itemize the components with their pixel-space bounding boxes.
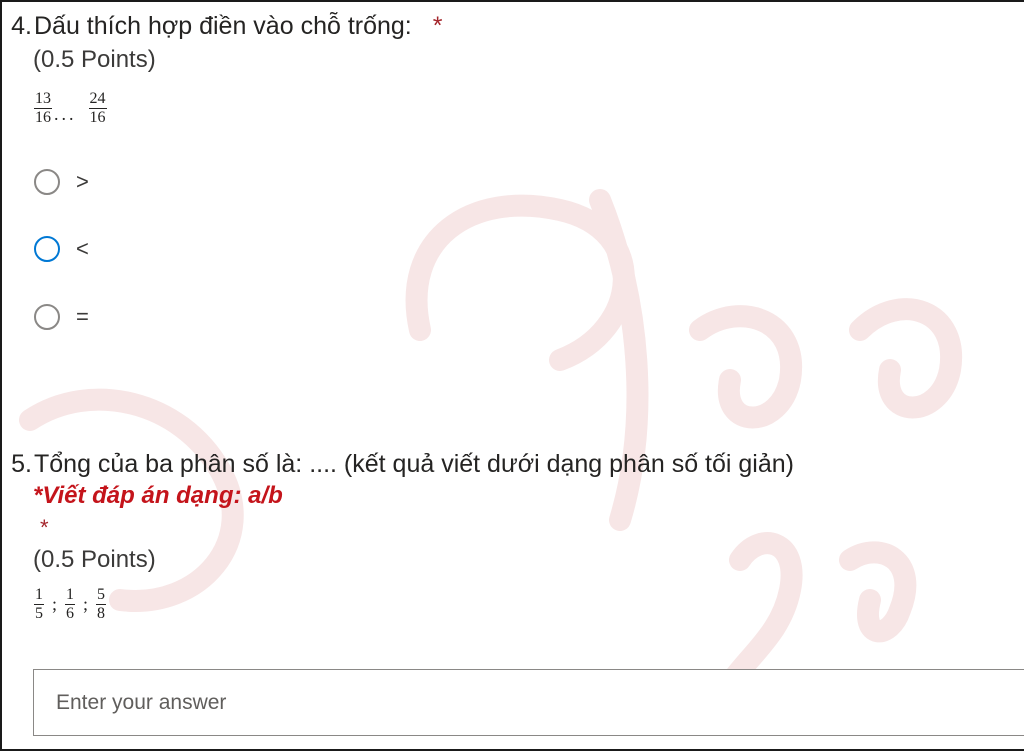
option-label: < <box>76 236 89 261</box>
question-4-title: Dấu thích hợp điền vào chỗ trống: <box>34 12 412 40</box>
required-asterisk: * <box>432 12 443 40</box>
question-4-title-row: 4. Dấu thích hợp điền vào chỗ trống: * <box>0 10 1024 42</box>
question-4-text: Dấu thích hợp điền vào chỗ trống: * <box>34 10 1024 42</box>
required-asterisk: * <box>40 515 49 540</box>
radio-button[interactable] <box>34 304 60 330</box>
fraction-denominator: 6 <box>66 605 75 622</box>
fraction-separator: ; <box>52 594 58 614</box>
question-5: 5. Tổng của ba phân số là: .... (kết quả… <box>0 448 1024 623</box>
fraction-separator: ; <box>83 594 89 614</box>
option-equal[interactable]: = <box>34 302 89 332</box>
question-5-number: 5. <box>11 450 32 478</box>
fraction-24-16: 24 16 <box>88 90 107 127</box>
fraction-1-6: 1 6 <box>65 586 76 623</box>
fraction-denominator: 5 <box>35 605 43 622</box>
fraction-denominator: 16 <box>35 109 51 126</box>
option-label: = <box>76 304 89 329</box>
radio-button[interactable] <box>34 236 60 262</box>
question-5-instruction: *Viết đáp án dạng: a/b <box>33 482 283 509</box>
fraction-numerator: 13 <box>34 90 52 109</box>
fraction-numerator: 1 <box>34 586 44 605</box>
fraction-numerator: 24 <box>88 90 107 109</box>
question-4-points: (0.5 Points) <box>33 46 156 73</box>
fraction-numerator: 5 <box>96 586 107 605</box>
fraction-13-16: 13 16 <box>34 90 52 127</box>
fraction-numerator: 1 <box>65 586 76 605</box>
option-less[interactable]: < <box>34 234 89 264</box>
question-5-title: Tổng của ba phân số là: .... (kết quả vi… <box>34 450 794 478</box>
question-5-title-row: 5. Tổng của ba phân số là: .... (kết quả… <box>0 448 1024 480</box>
fraction-denominator: 8 <box>97 605 106 622</box>
option-label: > <box>76 169 89 194</box>
answer-input[interactable] <box>33 669 1024 736</box>
question-4: 4. Dấu thích hợp điền vào chỗ trống: * (… <box>0 10 1024 127</box>
question-5-points: (0.5 Points) <box>33 546 156 573</box>
question-4-number: 4. <box>11 12 32 40</box>
fraction-1-5: 1 5 <box>34 586 44 623</box>
question-5-fractions: 1 5 ; 1 6 ; 5 8 <box>34 586 1024 623</box>
blank-dots: ... <box>54 104 77 124</box>
question-4-fractions: 13 16 ... 24 16 <box>34 90 1024 127</box>
fraction-5-8: 5 8 <box>96 586 107 623</box>
fraction-denominator: 16 <box>89 109 106 126</box>
option-greater[interactable]: > <box>34 167 89 197</box>
radio-button[interactable] <box>34 169 60 195</box>
